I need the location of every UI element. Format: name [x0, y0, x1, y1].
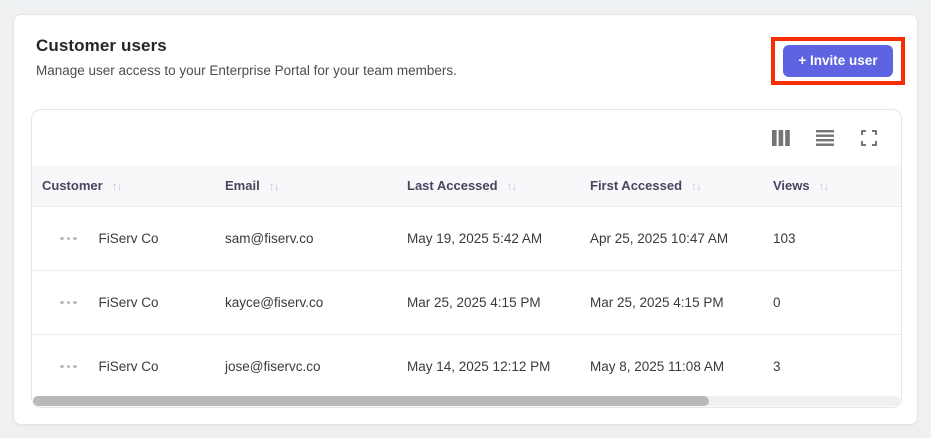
first-accessed-cell: Mar 25, 2025 4:15 PM [590, 295, 724, 310]
column-header-customer[interactable]: Customer ↑↓ [42, 178, 225, 193]
views-cell: 3 [773, 359, 781, 374]
table-header-row: Customer ↑↓ Email ↑↓ Last Accessed ↑↓ Fi… [32, 165, 901, 206]
column-header-last-accessed[interactable]: Last Accessed ↑↓ [407, 178, 590, 193]
customer-cell: FiServ Co [42, 295, 225, 310]
customer-users-card: Customer users Manage user access to you… [13, 14, 918, 425]
column-header-email[interactable]: Email ↑↓ [225, 178, 407, 193]
page-title: Customer users [36, 36, 167, 55]
table-row[interactable]: FiServ Co jose@fiservc.co May 14, 2025 1… [32, 334, 901, 398]
row-actions-menu-icon[interactable] [58, 361, 79, 373]
invite-button-annotation-highlight: + Invite user [771, 37, 905, 85]
card-header: Customer users Manage user access to you… [36, 36, 457, 78]
table-toolbar [32, 110, 901, 165]
customer-cell: FiServ Co [42, 359, 225, 374]
row-actions-menu-icon[interactable] [58, 297, 79, 309]
customer-users-page: { "header": { "title": "Customer users",… [0, 0, 931, 438]
table-row[interactable]: FiServ Co kayce@fiserv.co Mar 25, 2025 4… [32, 270, 901, 334]
column-header-views[interactable]: Views ↑↓ [773, 178, 901, 193]
sort-icon[interactable]: ↑↓ [269, 179, 280, 193]
email-cell: sam@fiserv.co [225, 231, 314, 246]
horizontal-scroll-zone [32, 396, 901, 407]
customer-name: FiServ Co [98, 295, 159, 310]
column-label: Customer [42, 178, 103, 193]
sort-icon[interactable]: ↑↓ [112, 179, 123, 193]
customer-name: FiServ Co [98, 359, 159, 374]
fullscreen-icon[interactable] [859, 128, 879, 148]
column-header-first-accessed[interactable]: First Accessed ↑↓ [590, 178, 773, 193]
views-cell: 103 [773, 231, 796, 246]
first-accessed-cell: May 8, 2025 11:08 AM [590, 359, 725, 374]
customer-name: FiServ Co [98, 231, 159, 246]
last-accessed-cell: May 19, 2025 5:42 AM [407, 231, 543, 246]
first-accessed-cell: Apr 25, 2025 10:47 AM [590, 231, 729, 246]
column-label: First Accessed [590, 178, 683, 193]
row-density-icon[interactable] [815, 128, 835, 148]
horizontal-scrollbar-track[interactable] [33, 396, 900, 406]
views-cell: 0 [773, 295, 781, 310]
sort-icon[interactable]: ↑↓ [819, 179, 830, 193]
email-cell: jose@fiservc.co [225, 359, 321, 374]
invite-user-button[interactable]: + Invite user [783, 45, 893, 77]
sort-icon[interactable]: ↑↓ [691, 179, 702, 193]
last-accessed-cell: Mar 25, 2025 4:15 PM [407, 295, 541, 310]
horizontal-scrollbar-thumb[interactable] [33, 396, 710, 406]
page-subtitle: Manage user access to your Enterprise Po… [36, 63, 457, 78]
row-actions-menu-icon[interactable] [58, 233, 79, 245]
customer-cell: FiServ Co [42, 231, 225, 246]
sort-icon[interactable]: ↑↓ [507, 179, 518, 193]
last-accessed-cell: May 14, 2025 12:12 PM [407, 359, 551, 374]
users-table-container: Customer ↑↓ Email ↑↓ Last Accessed ↑↓ Fi… [31, 109, 902, 408]
column-label: Views [773, 178, 810, 193]
column-label: Last Accessed [407, 178, 498, 193]
columns-icon[interactable] [771, 128, 791, 148]
previous-card-bottom-edge [10, 0, 921, 7]
table-row[interactable]: FiServ Co sam@fiserv.co May 19, 2025 5:4… [32, 206, 901, 270]
column-label: Email [225, 178, 260, 193]
email-cell: kayce@fiserv.co [225, 295, 324, 310]
